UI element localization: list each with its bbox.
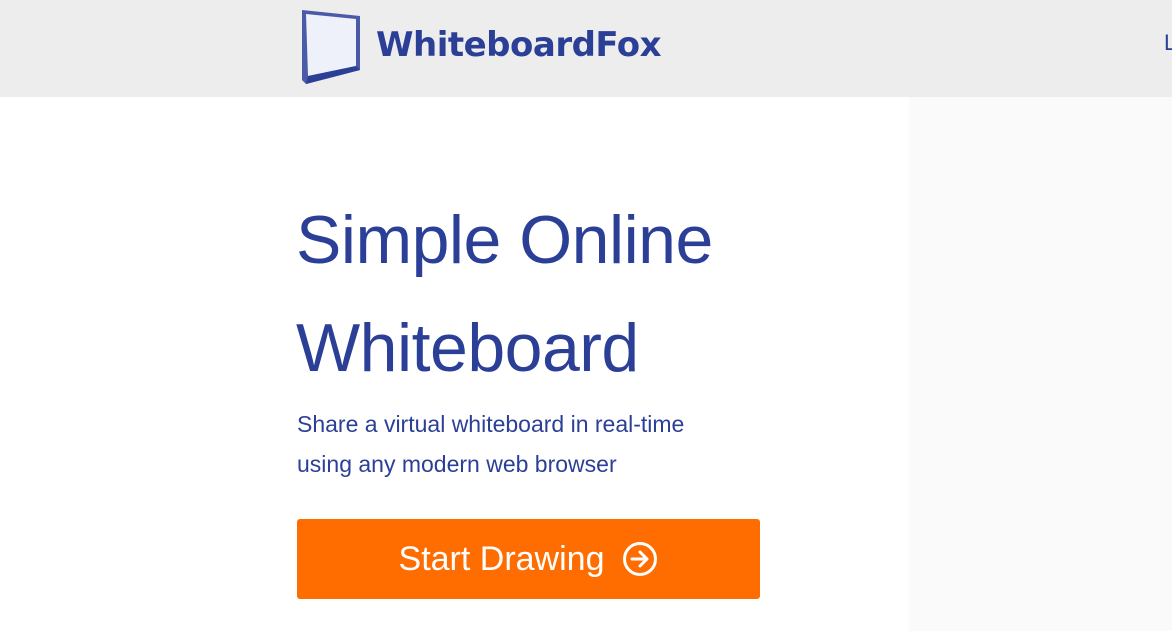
hero-subtitle: Share a virtual whiteboard in real-time … — [297, 404, 817, 484]
logo-link[interactable]: WhiteboardFox — [300, 10, 662, 86]
arrow-right-circle-icon — [623, 542, 658, 576]
hero-subtitle-line-1: Share a virtual whiteboard in real-time — [297, 411, 685, 437]
whiteboard-logo-icon — [302, 10, 360, 84]
start-drawing-label: Start Drawing — [398, 539, 605, 578]
hero-subtitle-line-2: using any modern web browser — [297, 451, 617, 477]
hero-title-line-1: Simple Online — [296, 202, 713, 278]
start-drawing-button[interactable]: Start Drawing — [297, 519, 760, 599]
site-header: WhiteboardFox L — [0, 0, 1172, 97]
hero-title: Simple Online Whiteboard — [296, 186, 856, 402]
hero-title-line-2: Whiteboard — [296, 310, 639, 386]
side-panel — [909, 97, 1172, 631]
header-nav-link[interactable]: L — [1164, 30, 1172, 56]
brand-name: WhiteboardFox — [376, 25, 662, 65]
